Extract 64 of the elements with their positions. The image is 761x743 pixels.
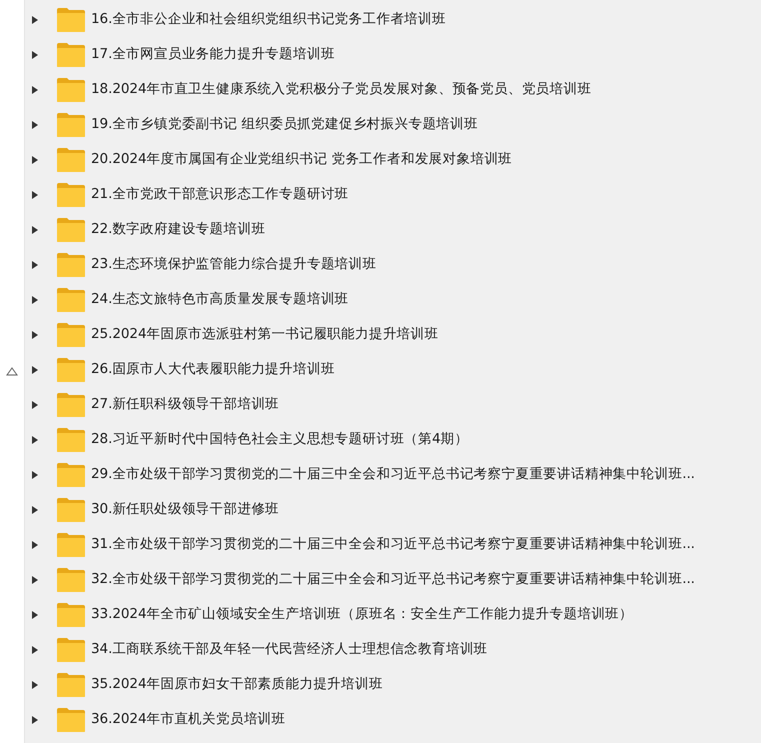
expand-icon[interactable] [31, 610, 39, 620]
folder-icon [56, 672, 86, 698]
folder-icon [56, 216, 86, 242]
folder-icon [56, 42, 86, 68]
folder-name[interactable]: 22.数字政府建设专题培训班 [91, 219, 266, 240]
folder-icon [56, 146, 86, 172]
expand-icon[interactable] [31, 680, 39, 690]
expand-icon[interactable] [31, 120, 39, 130]
folder-icon [56, 602, 86, 628]
expand-icon[interactable] [31, 260, 39, 270]
expand-icon[interactable] [31, 330, 39, 340]
expand-icon[interactable] [31, 504, 39, 514]
folder-icon [56, 112, 86, 138]
folder-name[interactable]: 35.2024年固原市妇女干部素质能力提升培训班 [91, 674, 383, 695]
expand-icon[interactable] [31, 190, 39, 200]
folder-name[interactable]: 24.生态文旅特色市高质量发展专题培训班 [91, 289, 349, 310]
expand-icon[interactable] [31, 400, 39, 410]
folder-icon [56, 426, 86, 452]
folder-name[interactable]: 34.工商联系统干部及年轻一代民营经济人士理想信念教育培训班 [91, 639, 488, 660]
folder-name[interactable]: 19.全市乡镇党委副书记 组织委员抓党建促乡村振兴专题培训班 [91, 114, 478, 135]
folder-icon [56, 566, 86, 592]
folder-icon [56, 706, 86, 732]
folder-icon [56, 636, 86, 662]
folder-name[interactable]: 32.全市处级干部学习贯彻党的二十届三中全会和习近平总书记考察宁夏重要讲话精神集中轮训班... [91, 569, 695, 590]
expand-icon[interactable] [31, 224, 39, 234]
folder-name[interactable]: 25.2024年固原市选派驻村第一书记履职能力提升培训班 [91, 324, 438, 345]
expand-icon[interactable] [31, 574, 39, 584]
folder-name[interactable]: 23.生态环境保护监管能力综合提升专题培训班 [91, 254, 376, 275]
expand-icon[interactable] [31, 644, 39, 654]
folder-name[interactable]: 31.全市处级干部学习贯彻党的二十届三中全会和习近平总书记考察宁夏重要讲话精神集中轮训班... [91, 534, 695, 555]
folder-icon [56, 252, 86, 278]
folder-icon [56, 392, 86, 418]
expand-icon[interactable] [31, 540, 39, 550]
folder-name[interactable]: 27.新任职科级领导干部培训班 [91, 394, 280, 415]
folder-name[interactable]: 21.全市党政干部意识形态工作专题研讨班 [91, 184, 349, 205]
folder-icon [56, 322, 86, 348]
expand-icon[interactable] [31, 154, 39, 164]
expand-icon[interactable] [31, 50, 39, 60]
folder-icon [56, 532, 86, 558]
folder-name[interactable]: 26.固原市人大代表履职能力提升培训班 [91, 359, 335, 380]
folder-name[interactable]: 20.2024年度市属国有企业党组织书记 党务工作者和发展对象培训班 [91, 149, 512, 170]
folder-name[interactable]: 36.2024年市直机关党员培训班 [91, 709, 286, 730]
expand-icon[interactable] [31, 434, 39, 444]
folder-icon [56, 286, 86, 312]
folder-icon [56, 76, 86, 102]
folder-name[interactable]: 33.2024年全市矿山领域安全生产培训班（原班名：安全生产工作能力提升专题培训班） [91, 604, 634, 625]
folder-icon [56, 356, 86, 382]
folder-name[interactable]: 30.新任职处级领导干部进修班 [91, 499, 280, 520]
folder-name[interactable]: 28.习近平新时代中国特色社会主义思想专题研讨班（第4期） [91, 429, 468, 450]
folder-icon [56, 462, 86, 488]
expand-icon[interactable] [31, 294, 39, 304]
expand-icon[interactable] [31, 84, 39, 94]
folder-icon [56, 6, 86, 32]
folder-icon [56, 496, 86, 522]
folder-name[interactable]: 16.全市非公企业和社会组织党组织书记党务工作者培训班 [91, 9, 446, 30]
folder-name[interactable]: 29.全市处级干部学习贯彻党的二十届三中全会和习近平总书记考察宁夏重要讲话精神集中轮训班... [91, 464, 695, 485]
folder-name[interactable]: 17.全市网宣员业务能力提升专题培训班 [91, 44, 335, 65]
folder-name[interactable]: 18.2024年市直卫生健康系统入党积极分子党员发展对象、预备党员、党员培训班 [91, 79, 592, 100]
expand-icon[interactable] [31, 470, 39, 480]
expand-icon[interactable] [31, 14, 39, 24]
triangle-icon[interactable] [6, 367, 18, 376]
expand-icon[interactable] [31, 364, 39, 374]
folder-icon [56, 182, 86, 208]
expand-icon[interactable] [31, 714, 39, 724]
